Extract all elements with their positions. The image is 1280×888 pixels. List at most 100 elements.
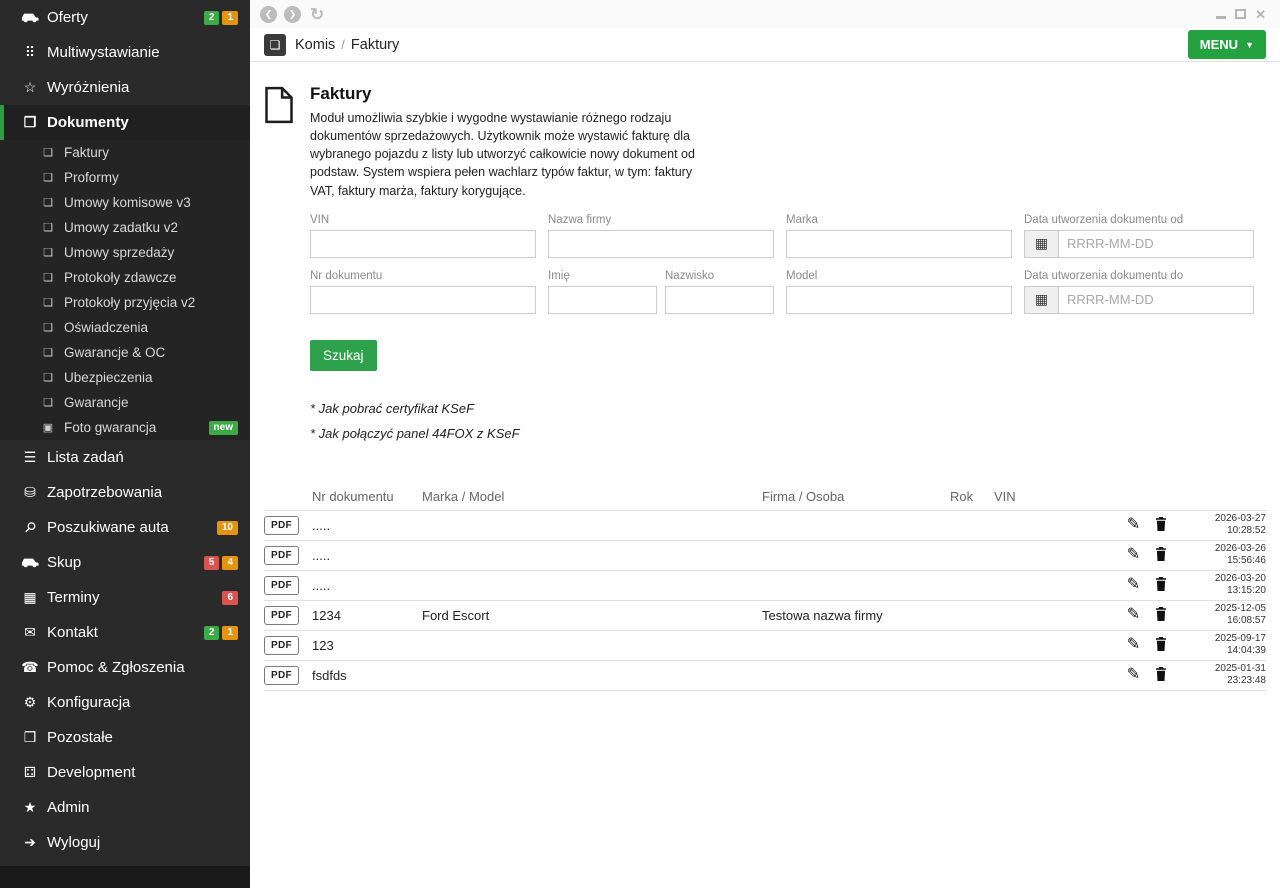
company-input[interactable] xyxy=(548,230,774,258)
submenu-item-oswiadczenia[interactable]: ❏ Oświadczenia xyxy=(0,315,250,340)
document-icon: ❏ xyxy=(40,171,56,184)
cell-timestamp: 2026-03-20 13:15:20 xyxy=(1174,573,1266,598)
calendar-icon[interactable]: ▦ xyxy=(1024,230,1058,258)
vin-input[interactable] xyxy=(310,230,536,258)
pdf-button[interactable]: PDF xyxy=(264,516,299,535)
sidebar-item-pomoc[interactable]: ☎ Pomoc & Zgłoszenia xyxy=(0,650,250,685)
status-badge: 4 xyxy=(222,556,238,570)
first-name-input[interactable] xyxy=(548,286,657,314)
date-to-input[interactable] xyxy=(1058,286,1254,314)
submenu-item-label: Oświadczenia xyxy=(64,320,148,335)
sidebar-item-lista-zadan[interactable]: ☰ Lista zadań xyxy=(0,440,250,475)
edit-icon[interactable]: ✎ xyxy=(1127,607,1140,623)
submenu-item-umowy-sprzedazy[interactable]: ❏ Umowy sprzedaży xyxy=(0,240,250,265)
date-from-field-group: Data utworzenia dokumentu od ▦ xyxy=(1024,214,1254,258)
submenu-item-umowy-komisowe[interactable]: ❏ Umowy komisowe v3 xyxy=(0,190,250,215)
edit-icon[interactable]: ✎ xyxy=(1127,577,1140,593)
forward-button[interactable]: ❯ xyxy=(284,6,301,23)
invoices-table: Nr dokumentu Marka / Model Firma / Osoba… xyxy=(264,483,1266,691)
pdf-button[interactable]: PDF xyxy=(264,546,299,565)
back-button[interactable]: ❮ xyxy=(260,6,277,23)
submenu-item-umowy-zadatku[interactable]: ❏ Umowy zadatku v2 xyxy=(0,215,250,240)
refresh-button[interactable]: ↻ xyxy=(310,6,324,23)
edit-icon[interactable]: ✎ xyxy=(1127,667,1140,683)
close-icon[interactable]: ✕ xyxy=(1255,8,1266,21)
sidebar-item-multiwystawianie[interactable]: ⠿ Multiwystawianie xyxy=(0,35,250,70)
photo-icon: ▣ xyxy=(40,421,56,434)
intro-text-block: Faktury Moduł umożliwia szybkie i wygodn… xyxy=(310,84,702,200)
trash-icon[interactable] xyxy=(1155,607,1167,623)
document-icon: ❏ xyxy=(40,146,56,159)
sidebar-item-oferty[interactable]: Oferty 2 1 xyxy=(0,0,250,35)
submenu-item-faktury[interactable]: ❏ Faktury xyxy=(0,140,250,165)
cell-time: 14:04:39 xyxy=(1174,645,1266,658)
submenu-item-label: Gwarancje xyxy=(64,395,129,410)
date-to-field-group: Data utworzenia dokumentu do ▦ xyxy=(1024,270,1254,314)
doc-number-input[interactable] xyxy=(310,286,536,314)
make-input[interactable] xyxy=(786,230,1012,258)
sidebar-item-label: Pozostałe xyxy=(47,729,113,746)
submenu-item-gwarancje-oc[interactable]: ❏ Gwarancje & OC xyxy=(0,340,250,365)
sidebar-item-wyloguj[interactable]: ➔ Wyloguj xyxy=(0,825,250,860)
document-icon: ❏ xyxy=(40,271,56,284)
ksef-certificate-link[interactable]: * Jak pobrać certyfikat KSeF xyxy=(310,401,1266,416)
company-label: Nazwa firmy xyxy=(548,214,774,226)
trash-icon[interactable] xyxy=(1155,637,1167,653)
sidebar-item-label: Terminy xyxy=(47,589,100,606)
last-name-input[interactable] xyxy=(665,286,774,314)
document-icon: ❏ xyxy=(40,246,56,259)
sidebar-item-pozostale[interactable]: ❒ Pozostałe xyxy=(0,720,250,755)
sidebar-item-label: Wyloguj xyxy=(47,834,100,851)
ksef-connect-link[interactable]: * Jak połączyć panel 44FOX z KSeF xyxy=(310,426,1266,441)
submenu-item-foto-gwarancja[interactable]: ▣ Foto gwarancja new xyxy=(0,415,250,440)
sidebar-item-development[interactable]: ⚃ Development xyxy=(0,755,250,790)
trash-icon[interactable] xyxy=(1155,547,1167,563)
trash-icon[interactable] xyxy=(1155,667,1167,683)
pdf-button[interactable]: PDF xyxy=(264,636,299,655)
search-button[interactable]: Szukaj xyxy=(310,340,377,371)
edit-icon[interactable]: ✎ xyxy=(1127,637,1140,653)
sidebar-item-poszukiwane-auta[interactable]: ⚲ Poszukiwane auta 10 xyxy=(0,510,250,545)
status-badge: 2 xyxy=(204,11,220,25)
submenu-item-protokoly-zdawcze[interactable]: ❏ Protokoły zdawcze xyxy=(0,265,250,290)
back-icon: ❮ xyxy=(265,9,273,20)
pdf-button[interactable]: PDF xyxy=(264,576,299,595)
model-input[interactable] xyxy=(786,286,1012,314)
car-buy-icon xyxy=(20,555,40,571)
main-area: ❮ ❯ ↻ ✕ ❏ Komis / Faktury MENU ▼ xyxy=(250,0,1280,888)
document-icon: ❏ xyxy=(40,321,56,334)
pdf-button[interactable]: PDF xyxy=(264,606,299,625)
edit-icon[interactable]: ✎ xyxy=(1127,547,1140,563)
breadcrumb-root[interactable]: Komis xyxy=(295,37,335,53)
menu-button[interactable]: MENU ▼ xyxy=(1188,30,1266,59)
submenu-item-proformy[interactable]: ❏ Proformy xyxy=(0,165,250,190)
date-from-group: ▦ xyxy=(1024,230,1254,258)
calendar-icon[interactable]: ▦ xyxy=(1024,286,1058,314)
cell-doc-number: ..... xyxy=(312,578,422,593)
cell-doc-number: fsdfds xyxy=(312,668,422,683)
submenu-item-gwarancje[interactable]: ❏ Gwarancje xyxy=(0,390,250,415)
submenu-item-protokoly-przyjecia[interactable]: ❏ Protokoły przyjęcia v2 xyxy=(0,290,250,315)
pdf-button[interactable]: PDF xyxy=(264,666,299,685)
edit-icon[interactable]: ✎ xyxy=(1127,517,1140,533)
sidebar-item-label: Konfiguracja xyxy=(47,694,130,711)
submenu-item-ubezpieczenia[interactable]: ❏ Ubezpieczenia xyxy=(0,365,250,390)
minimize-icon[interactable] xyxy=(1216,16,1226,19)
sidebar-item-zapotrzebowania[interactable]: ⛁ Zapotrzebowania xyxy=(0,475,250,510)
sidebar-item-kontakt[interactable]: ✉ Kontakt 2 1 xyxy=(0,615,250,650)
submenu-item-label: Umowy komisowe v3 xyxy=(64,195,191,210)
date-from-input[interactable] xyxy=(1058,230,1254,258)
trash-icon[interactable] xyxy=(1155,517,1167,533)
cell-timestamp: 2025-12-05 16:08:57 xyxy=(1174,603,1266,628)
submenu-item-label: Umowy zadatku v2 xyxy=(64,220,178,235)
trash-icon[interactable] xyxy=(1155,577,1167,593)
sidebar-item-dokumenty[interactable]: ❐ Dokumenty xyxy=(0,105,250,140)
maximize-icon[interactable] xyxy=(1235,9,1246,19)
sidebar-item-skup[interactable]: Skup 5 4 xyxy=(0,545,250,580)
sidebar-item-terminy[interactable]: ▦ Terminy 6 xyxy=(0,580,250,615)
sidebar-item-konfiguracja[interactable]: ⚙ Konfiguracja xyxy=(0,685,250,720)
sidebar-item-label: Skup xyxy=(47,554,81,571)
company-field-group: Nazwa firmy xyxy=(548,214,774,258)
sidebar-item-admin[interactable]: ★ Admin xyxy=(0,790,250,825)
sidebar-item-wyroznienia[interactable]: ☆ Wyróżnienia xyxy=(0,70,250,105)
